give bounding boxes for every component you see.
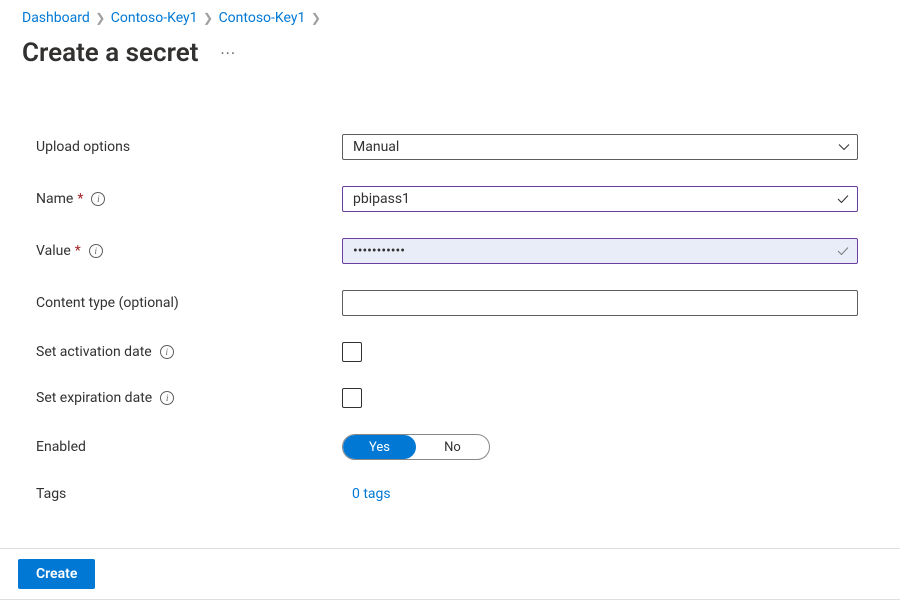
row-enabled: Enabled Yes No — [36, 434, 864, 460]
label-expiration: Set expiration date i — [36, 390, 342, 406]
row-activation: Set activation date i — [36, 342, 864, 362]
tags-link[interactable]: 0 tags — [342, 486, 391, 502]
breadcrumb: Dashboard ❯ Contoso-Key1 ❯ Contoso-Key1 … — [0, 0, 900, 30]
label-text: Content type (optional) — [36, 295, 179, 311]
page-title: Create a secret — [22, 38, 198, 68]
label-text: Upload options — [36, 139, 130, 155]
upload-options-select[interactable]: Manual — [342, 134, 858, 160]
label-text: Set expiration date — [36, 390, 152, 406]
footer: Create — [0, 548, 900, 600]
select-value: Manual — [353, 139, 399, 155]
value-field[interactable] — [342, 238, 858, 264]
chevron-right-icon: ❯ — [311, 11, 321, 25]
enabled-no[interactable]: No — [416, 435, 489, 459]
activation-checkbox[interactable] — [342, 342, 362, 362]
content-type-field[interactable] — [342, 290, 858, 316]
value-input[interactable] — [342, 238, 858, 264]
label-text: Enabled — [36, 439, 86, 455]
enabled-yes[interactable]: Yes — [343, 435, 416, 459]
info-icon[interactable]: i — [89, 244, 103, 258]
label-upload-options: Upload options — [36, 139, 342, 155]
info-icon[interactable]: i — [160, 391, 174, 405]
label-text: Set activation date — [36, 344, 152, 360]
label-content-type: Content type (optional) — [36, 295, 342, 311]
required-indicator: * — [77, 191, 83, 207]
form: Upload options Manual Name * i — [0, 74, 900, 548]
row-tags: Tags 0 tags — [36, 486, 864, 502]
chevron-right-icon: ❯ — [203, 11, 213, 25]
name-input[interactable] — [342, 186, 858, 212]
name-field[interactable] — [342, 186, 858, 212]
chevron-right-icon: ❯ — [95, 11, 105, 25]
row-expiration: Set expiration date i — [36, 388, 864, 408]
label-activation: Set activation date i — [36, 344, 342, 360]
label-tags: Tags — [36, 486, 342, 502]
label-text: Name — [36, 191, 73, 207]
breadcrumb-dashboard[interactable]: Dashboard — [22, 10, 90, 26]
info-icon[interactable]: i — [160, 345, 174, 359]
page-header: Create a secret ··· — [0, 30, 900, 74]
label-value: Value * i — [36, 243, 342, 259]
label-text: Tags — [36, 486, 66, 502]
label-enabled: Enabled — [36, 439, 342, 455]
create-button[interactable]: Create — [18, 559, 95, 589]
label-name: Name * i — [36, 191, 342, 207]
row-content-type: Content type (optional) — [36, 290, 864, 316]
info-icon[interactable]: i — [91, 192, 105, 206]
label-text: Value — [36, 243, 71, 259]
expiration-checkbox[interactable] — [342, 388, 362, 408]
more-icon[interactable]: ··· — [216, 40, 240, 67]
row-value: Value * i — [36, 238, 864, 264]
row-name: Name * i — [36, 186, 864, 212]
row-upload-options: Upload options Manual — [36, 134, 864, 160]
required-indicator: * — [75, 243, 81, 259]
breadcrumb-contoso-key1-a[interactable]: Contoso-Key1 — [111, 10, 198, 26]
breadcrumb-contoso-key1-b[interactable]: Contoso-Key1 — [219, 10, 306, 26]
content-type-input[interactable] — [342, 290, 858, 316]
enabled-toggle[interactable]: Yes No — [342, 434, 490, 460]
